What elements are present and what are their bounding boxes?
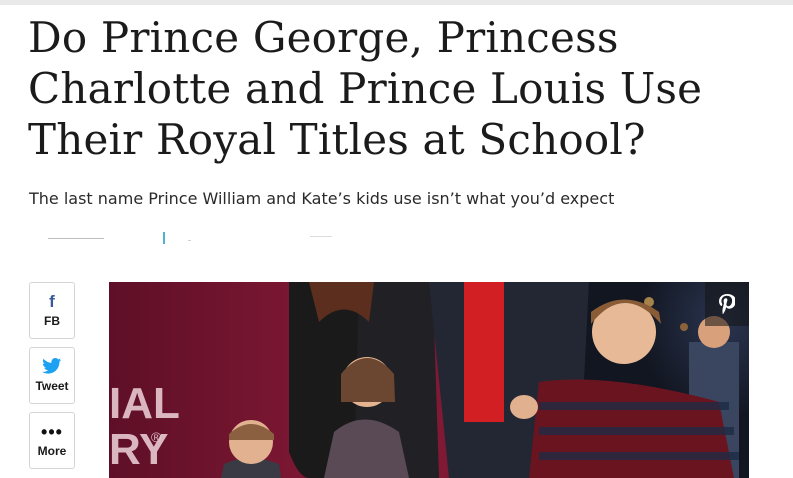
byline-placeholder — [48, 232, 348, 246]
hero-photo: IAL RY ® — [109, 282, 749, 478]
backdrop-text-line1: IAL — [109, 379, 180, 428]
share-rail: f FB Tweet ••• More — [29, 282, 77, 477]
twitter-icon — [42, 358, 62, 376]
more-dots-icon: ••• — [41, 422, 63, 442]
more-share-label: More — [37, 444, 67, 458]
facebook-share-button[interactable]: f FB — [29, 282, 75, 339]
more-share-button[interactable]: ••• More — [29, 412, 75, 469]
top-divider — [0, 0, 793, 5]
pinterest-button[interactable] — [705, 282, 749, 326]
twitter-share-label: Tweet — [35, 379, 69, 393]
article-headline: Do Prince George, Princess Charlotte and… — [28, 13, 703, 164]
pinterest-icon — [719, 294, 735, 314]
facebook-icon: f — [49, 292, 55, 311]
hero-image[interactable]: IAL RY ® — [109, 282, 749, 478]
facebook-share-label: FB — [44, 314, 60, 328]
twitter-share-button[interactable]: Tweet — [29, 347, 75, 404]
article-subhead: The last name Prince William and Kate’s … — [29, 189, 615, 208]
backdrop-text-mark: ® — [151, 429, 162, 445]
